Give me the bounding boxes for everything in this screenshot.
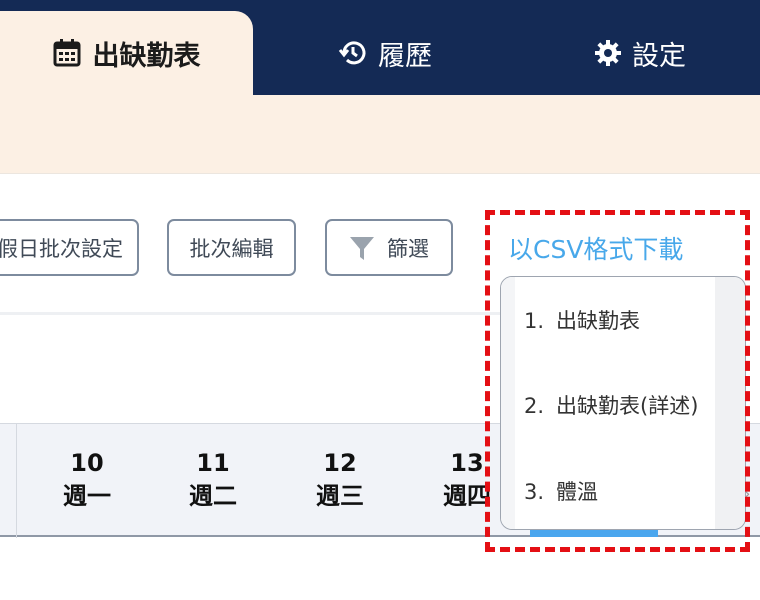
tab-attendance-label: 出缺勤表 [92,40,201,72]
history-icon [338,41,366,65]
batch-edit-label: 批次編輯 [189,236,274,261]
day-weekday: 週二 [189,482,237,510]
day-date: 10 [70,449,104,477]
calendar-icon [53,39,80,67]
highlight-annotation [485,210,750,552]
batch-edit-button[interactable]: 批次編輯 [167,219,296,276]
day-date: 13 [450,449,484,477]
tab-settings[interactable]: 設定 [560,11,720,95]
header-band [0,95,760,174]
app-root: 出缺勤表 履歷 設定 假日批次設定 批次編輯 篩選 以CSV格式下載 10 週一… [0,0,760,600]
day-weekday: 週三 [316,482,364,510]
batch-holiday-label: 假日批次設定 [0,236,123,261]
gear-icon [595,40,621,66]
toolbar-divider [0,312,500,315]
day-weekday: 週四 [443,482,491,510]
tab-settings-label: 設定 [632,40,686,72]
batch-holiday-button[interactable]: 假日批次設定 [0,219,139,276]
day-header: 12 週三 [295,424,385,538]
day-date: 12 [323,449,357,477]
top-navigation: 出缺勤表 履歷 設定 [0,0,760,95]
day-weekday: 週一 [63,482,111,510]
column-divider [16,424,17,538]
day-header: 11 週二 [168,424,258,538]
tab-attendance[interactable]: 出缺勤表 [0,11,253,95]
filter-button[interactable]: 篩選 [325,219,453,276]
filter-icon [350,236,374,260]
tab-history-label: 履歷 [378,40,432,72]
day-header: 10 週一 [42,424,132,538]
filter-label: 篩選 [387,236,429,261]
tab-history[interactable]: 履歷 [300,11,470,95]
day-date: 11 [196,449,230,477]
